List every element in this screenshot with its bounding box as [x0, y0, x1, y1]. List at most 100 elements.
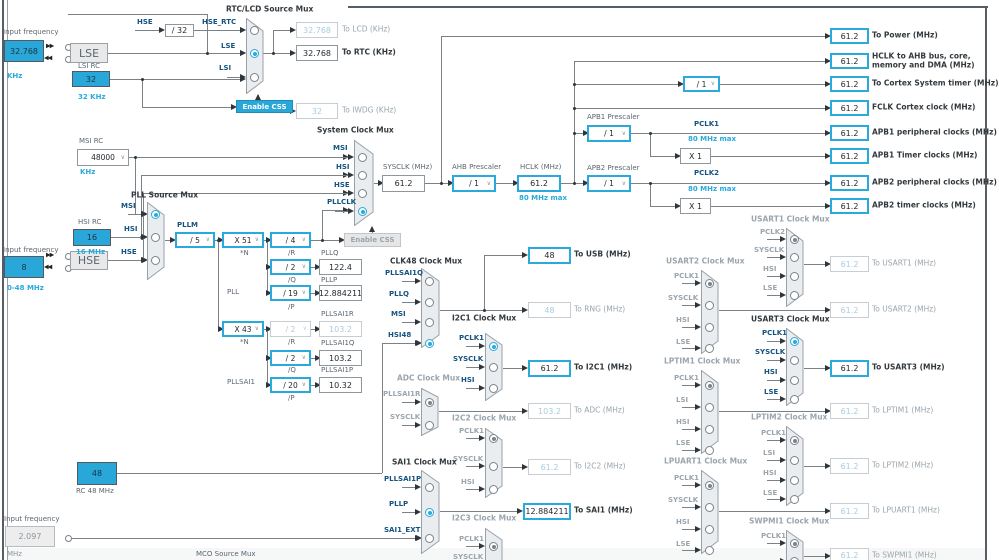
usart3-clock-mux-radio-2[interactable] — [790, 376, 799, 385]
usart3-clock-mux-radio-0[interactable] — [790, 337, 799, 346]
pll-n-select[interactable]: X 51 ∨ — [222, 232, 264, 248]
sig-lptim2-pclk1: PCLK1 — [761, 428, 787, 437]
lptim1-clock-mux-radio-0[interactable] — [705, 381, 714, 390]
rtc-lcd-source-mux-radio-1[interactable] — [250, 49, 259, 58]
usart1-clock-mux-radio-1[interactable] — [790, 253, 799, 262]
usart2-clock-mux-radio-3[interactable] — [705, 344, 714, 353]
cortex-timer-value[interactable]: 61.2 — [830, 76, 869, 92]
lpuart1-clock-mux-radio-3[interactable] — [705, 546, 714, 555]
pll-source-mux-radio-1[interactable] — [151, 233, 160, 242]
pll-r-select[interactable]: / 4 ∨ — [270, 232, 311, 248]
hse-input-frequency-value[interactable]: 8 — [4, 256, 44, 278]
pllm-select[interactable]: / 5 ∨ — [175, 232, 215, 248]
i2c2-clock-mux-radio-2[interactable] — [489, 485, 498, 494]
hclk-title: HCLK (MHz) — [520, 162, 562, 171]
radio-selected-dot — [491, 436, 496, 441]
clk48-clock-mux-radio-2[interactable] — [425, 318, 434, 327]
apb2-prescaler-select[interactable]: / 1 ∨ — [587, 175, 631, 192]
pll-q-label: /Q — [288, 275, 296, 284]
lse-input-frequency-value[interactable]: 32.768 — [4, 40, 44, 62]
clk48-clock-mux-radio-3[interactable] — [425, 339, 434, 348]
rc48-value[interactable]: 48 — [77, 462, 117, 485]
hclk-ahb-value[interactable]: 61.2 — [830, 53, 869, 69]
lptim2-clock-mux-radio-1[interactable] — [790, 456, 799, 465]
fclk-value[interactable]: 61.2 — [830, 100, 869, 116]
pllsai1-p-select[interactable]: / 20 ∨ — [270, 377, 311, 393]
system-clock-mux-radio-1[interactable] — [358, 171, 367, 180]
usb-value[interactable]: 48 — [528, 247, 571, 264]
connector-line — [804, 556, 826, 557]
system-clock-mux-radio-2[interactable] — [358, 189, 367, 198]
usart2-clock-mux-radio-0[interactable] — [705, 279, 714, 288]
clk48-clock-mux-radio-0[interactable] — [425, 277, 434, 286]
usart1-clock-mux-radio-0[interactable] — [790, 235, 799, 244]
swpmi1-clock-mux-radio-0[interactable] — [790, 539, 799, 548]
rtc-lcd-source-mux-radio-0[interactable] — [250, 26, 259, 35]
usart1-clock-mux-radio-2[interactable] — [790, 272, 799, 281]
i2c1-clock-mux-radio-0[interactable] — [489, 342, 498, 351]
msi-rc-select[interactable]: 48000 ∨ — [77, 149, 129, 166]
lptim1-clock-mux-radio-3[interactable] — [705, 446, 714, 455]
lse-block[interactable]: LSE — [70, 43, 108, 63]
radio-selected-dot — [792, 438, 797, 443]
power-value[interactable]: 61.2 — [830, 28, 869, 44]
pll-p-select[interactable]: / 19 ∨ — [270, 285, 311, 301]
clk48-clock-mux-radio-1[interactable] — [425, 298, 434, 307]
chevron-down-icon: ∨ — [254, 236, 259, 244]
apb1-peripheral-value[interactable]: 61.2 — [830, 125, 869, 141]
cortex-prescaler-select[interactable]: / 1 ∨ — [683, 76, 720, 92]
usart1-clock-mux-radio-3[interactable] — [790, 291, 799, 300]
cortex-prescaler-select-value: / 1 — [696, 79, 707, 89]
sai1-clock-mux-radio-2[interactable] — [425, 534, 434, 543]
apb2-timer-value[interactable]: 61.2 — [830, 198, 869, 214]
lse-input-unit: KHz — [7, 71, 23, 80]
pllsai1-q-select[interactable]: / 2 ∨ — [270, 350, 311, 366]
rtc-lcd-source-mux-radio-2[interactable] — [250, 73, 259, 82]
apb2-prescaler-title: APB2 Prescaler — [587, 163, 640, 172]
adc-clock-mux-radio-1[interactable] — [425, 421, 434, 430]
pllp-title: PLLP — [321, 275, 338, 284]
lptim1-clock-mux-radio-1[interactable] — [705, 403, 714, 412]
connector-line — [804, 368, 826, 369]
ahb-prescaler-select[interactable]: / 1 ∨ — [452, 175, 496, 192]
enable-css-rtc-button[interactable]: Enable CSS — [236, 100, 293, 113]
hsi-rc-value[interactable]: 16 — [73, 229, 111, 246]
apb1-timer-value[interactable]: 61.2 — [830, 148, 869, 164]
system-clock-mux-radio-3[interactable] — [358, 207, 367, 216]
apb1-prescaler-select[interactable]: / 1 ∨ — [587, 125, 631, 142]
pll-source-mux-radio-0[interactable] — [151, 210, 160, 219]
i2c2-clock-mux-radio-1[interactable] — [489, 462, 498, 471]
sig-lpuart1-lse: LSE — [676, 539, 691, 548]
sai1-clock-mux-radio-1[interactable] — [425, 508, 434, 517]
lsi-rc-value[interactable]: 32 — [72, 71, 110, 87]
i2c1-clock-mux-radio-2[interactable] — [489, 384, 498, 393]
lptim2-clock-mux-radio-0[interactable] — [790, 436, 799, 445]
pll-source-mux-radio-2[interactable] — [151, 256, 160, 265]
lptim2-clock-mux-radio-2[interactable] — [790, 476, 799, 485]
usart2-clock-mux-radio-2[interactable] — [705, 323, 714, 332]
usart3-value[interactable]: 61.2 — [830, 360, 869, 377]
apb2-peripheral-value[interactable]: 61.2 — [830, 175, 869, 191]
pllm-select-value: / 5 — [190, 235, 200, 245]
i2c1-clock-mux-radio-1[interactable] — [489, 363, 498, 372]
lptim1-clock-mux-radio-2[interactable] — [705, 425, 714, 434]
i2c1-value[interactable]: 61.2 — [528, 360, 571, 377]
i2c3-clock-mux-radio-0[interactable] — [489, 542, 498, 551]
msi-rc-select-value: 48000 — [91, 153, 115, 162]
system-clock-mux-radio-0[interactable] — [358, 153, 367, 162]
adc-clock-mux-radio-0[interactable] — [425, 398, 434, 407]
sai1-value[interactable]: 12.884211 — [523, 503, 571, 520]
usart3-clock-mux-radio-1[interactable] — [790, 356, 799, 365]
lpuart1-clock-mux-radio-1[interactable] — [705, 503, 714, 512]
pll-q-select[interactable]: / 2 ∨ — [270, 259, 311, 275]
i2c2-clock-mux-radio-0[interactable] — [489, 434, 498, 443]
sai1-clock-mux-radio-0[interactable] — [425, 483, 434, 492]
lptim2-clock-mux-radio-3[interactable] — [790, 495, 799, 504]
lpuart1-clock-mux-radio-2[interactable] — [705, 525, 714, 534]
usart3-clock-mux-radio-3[interactable] — [790, 395, 799, 404]
usart2-clock-mux-radio-1[interactable] — [705, 301, 714, 310]
lpuart1-clock-mux-input-arrow-2 — [695, 526, 701, 532]
hclk-value[interactable]: 61.2 — [517, 175, 561, 192]
pllsai1-n-select[interactable]: X 43 ∨ — [222, 321, 264, 337]
lpuart1-clock-mux-radio-0[interactable] — [705, 481, 714, 490]
